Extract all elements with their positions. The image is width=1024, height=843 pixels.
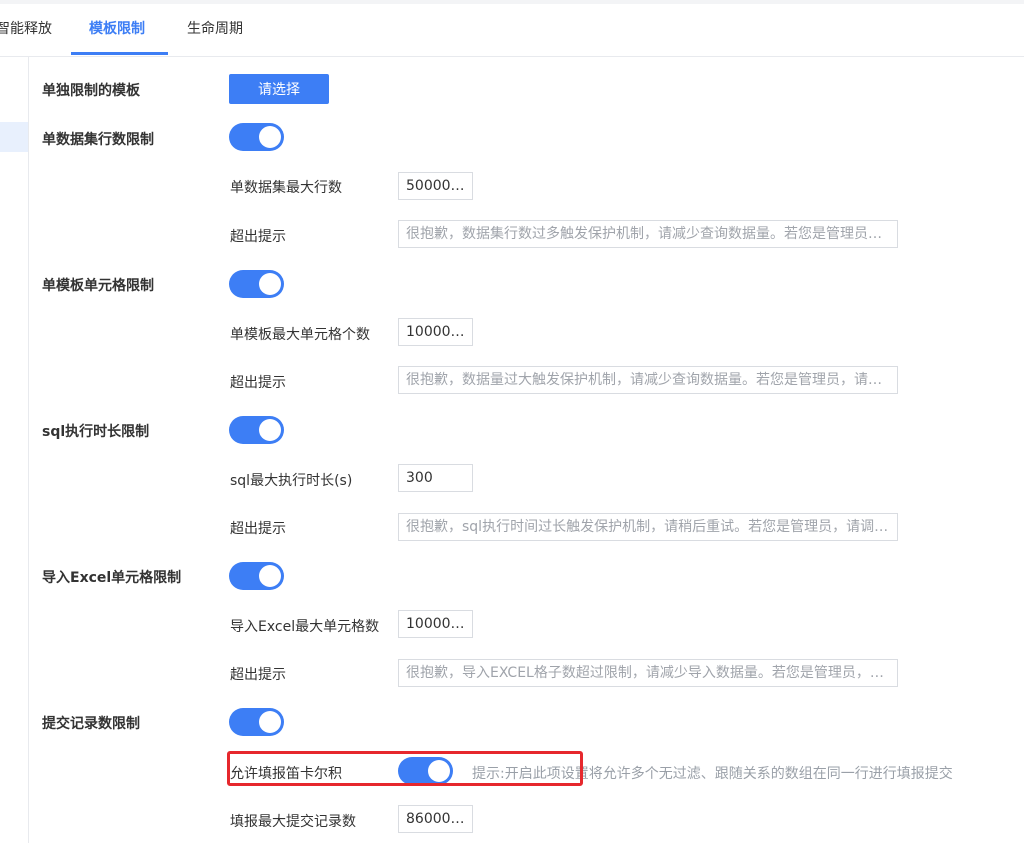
tab-smart-release[interactable]: 智能释放 [0, 18, 52, 38]
left-sidebar [0, 57, 29, 843]
sql-tip-label: 超出提示 [230, 521, 286, 537]
cartesian-label: 允许填报笛卡尔积 [230, 766, 342, 782]
active-tab-indicator [71, 52, 168, 55]
max-submit-records-input[interactable]: 8600000 [398, 805, 473, 833]
excel-tip-input[interactable]: 很抱歉，导入EXCEL格子数超过限制，请减少导入数据量。若您是管理员，请调整限制 [398, 659, 898, 687]
sql-time-label: sql执行时长限制 [42, 424, 150, 440]
toggle-knob [259, 711, 281, 733]
tab-lifecycle[interactable]: 生命周期 [187, 18, 243, 38]
excel-max-cells-input[interactable]: 1000000 [398, 610, 473, 638]
toggle-knob [259, 419, 281, 441]
dataset-max-rows-input[interactable]: 5000000 [398, 172, 473, 200]
excel-tip-label: 超出提示 [230, 667, 286, 683]
template-max-cells-label: 单模板最大单元格个数 [230, 327, 370, 343]
dataset-tip-input[interactable]: 很抱歉，数据集行数过多触发保护机制，请减少查询数据量。若您是管理员，请调整数据集… [398, 220, 898, 248]
template-cells-toggle[interactable] [229, 270, 284, 298]
sql-time-toggle[interactable] [229, 416, 284, 444]
tab-template-limit[interactable]: 模板限制 [89, 18, 145, 38]
sql-tip-input[interactable]: 很抱歉，sql执行时间过长触发保护机制，请稍后重试。若您是管理员，请调整执行时长… [398, 513, 898, 541]
dataset-max-rows-label: 单数据集最大行数 [230, 180, 342, 196]
toggle-knob [259, 126, 281, 148]
sql-max-time-label: sql最大执行时长(s) [230, 473, 353, 489]
dataset-tip-label: 超出提示 [230, 229, 286, 245]
toggle-knob [259, 273, 281, 295]
max-submit-records-label: 填报最大提交记录数 [230, 814, 356, 830]
dataset-rows-toggle[interactable] [229, 123, 284, 151]
dataset-rows-label: 单数据集行数限制 [42, 132, 154, 148]
excel-import-toggle[interactable] [229, 562, 284, 590]
single-template-label: 单独限制的模板 [42, 83, 140, 99]
select-template-button[interactable]: 请选择 [229, 74, 329, 104]
template-max-cells-input[interactable]: 10000000 [398, 318, 473, 346]
template-tip-label: 超出提示 [230, 375, 286, 391]
submit-records-label: 提交记录数限制 [42, 716, 140, 732]
toggle-knob [259, 565, 281, 587]
top-shade [0, 0, 1024, 4]
toggle-knob [428, 760, 450, 782]
cartesian-hint: 提示:开启此项设置将允许多个无过滤、跟随关系的数组在同一行进行填报提交 [472, 766, 953, 782]
template-cells-label: 单模板单元格限制 [42, 278, 154, 294]
sidebar-selected-item[interactable] [0, 122, 28, 152]
sql-max-time-input[interactable]: 300 [398, 464, 473, 492]
excel-max-cells-label: 导入Excel最大单元格数 [230, 619, 380, 635]
template-tip-input[interactable]: 很抱歉，数据量过大触发保护机制，请减少查询数据量。若您是管理员，请调整单元格限制 [398, 366, 898, 394]
excel-import-label: 导入Excel单元格限制 [42, 570, 182, 586]
tab-bar: 智能释放 模板限制 生命周期 [0, 0, 1024, 57]
submit-records-toggle[interactable] [229, 708, 284, 736]
cartesian-toggle[interactable] [398, 757, 453, 785]
